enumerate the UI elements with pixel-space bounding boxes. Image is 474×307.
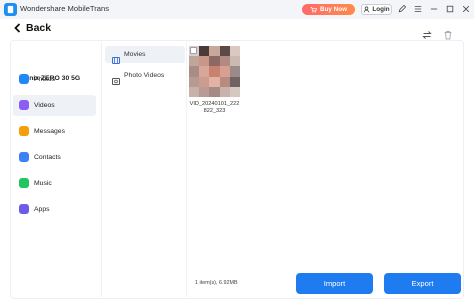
back-label: Back xyxy=(26,22,52,34)
maximize-icon[interactable] xyxy=(445,4,455,14)
transfer-icon[interactable] xyxy=(422,27,432,39)
selection-count: 1 item(s), 6.92MB xyxy=(195,280,238,286)
buy-now-button[interactable]: Buy Now xyxy=(302,4,355,15)
user-icon xyxy=(364,6,370,13)
cart-icon xyxy=(310,7,317,13)
sidebar-item-photos[interactable]: Photos xyxy=(13,69,96,90)
film-icon xyxy=(112,51,120,64)
file-name: VID_20240101_222822_323 xyxy=(189,101,240,114)
category-photo-videos[interactable]: Photo Videos xyxy=(105,67,185,85)
login-label: Login xyxy=(372,6,390,13)
menu-icon[interactable] xyxy=(413,4,423,14)
buy-now-label: Buy Now xyxy=(320,6,347,13)
music-icon xyxy=(19,178,29,188)
feedback-icon[interactable] xyxy=(397,4,407,14)
app-title: Wondershare MobileTrans xyxy=(20,4,110,13)
sidebar-item-label: Apps xyxy=(34,206,50,213)
login-button[interactable]: Login xyxy=(361,4,392,15)
apps-icon xyxy=(19,204,29,214)
title-bar: Wondershare MobileTrans Buy Now Login xyxy=(0,0,474,19)
sidebar-divider xyxy=(101,42,102,297)
sidebar-item-label: Music xyxy=(34,180,52,187)
delete-icon[interactable] xyxy=(443,27,453,40)
back-button[interactable]: Back xyxy=(13,21,51,35)
app-logo-icon xyxy=(4,3,17,16)
photos-icon xyxy=(19,74,29,84)
category-divider xyxy=(186,42,187,297)
photo-video-icon xyxy=(112,72,120,85)
sidebar-item-messages[interactable]: Messages xyxy=(13,121,96,142)
chevron-left-icon xyxy=(14,23,21,33)
sidebar-item-apps[interactable]: Apps xyxy=(13,199,96,220)
sidebar-item-contacts[interactable]: Contacts xyxy=(13,147,96,168)
minimize-icon[interactable] xyxy=(429,4,439,14)
videos-icon xyxy=(19,100,29,110)
close-icon[interactable] xyxy=(461,4,471,14)
sidebar-item-videos[interactable]: Videos xyxy=(13,95,96,116)
select-checkbox[interactable] xyxy=(190,47,197,54)
category-label: Movies xyxy=(124,51,146,58)
export-button[interactable]: Export xyxy=(384,273,461,294)
sidebar-item-label: Videos xyxy=(34,102,55,109)
messages-icon xyxy=(19,126,29,136)
import-button[interactable]: Import xyxy=(296,273,373,294)
sidebar-item-label: Photos xyxy=(34,76,56,83)
contacts-icon xyxy=(19,152,29,162)
category-label: Photo Videos xyxy=(124,72,165,79)
sidebar-item-label: Messages xyxy=(34,128,65,135)
sidebar-item-music[interactable]: Music xyxy=(13,173,96,194)
category-movies[interactable]: Movies xyxy=(105,46,185,64)
sidebar-item-label: Contacts xyxy=(34,154,61,161)
